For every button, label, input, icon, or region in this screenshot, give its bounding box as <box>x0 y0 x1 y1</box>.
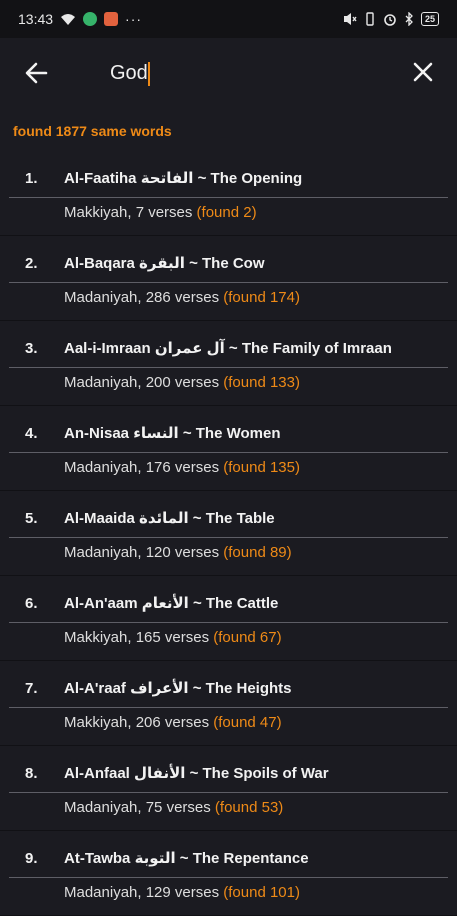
chapter-details: Madaniyah, 176 verses <box>64 459 224 476</box>
list-item[interactable]: 8. Al-Anfaal الأنفال ~ The Spoils of War… <box>0 746 457 831</box>
back-arrow-icon[interactable] <box>24 60 50 86</box>
chapter-details: Madaniyah, 120 verses <box>64 544 224 561</box>
list-item[interactable]: 4. An-Nisaa النساء ~ The Women Madaniyah… <box>0 406 457 491</box>
divider <box>9 452 448 453</box>
vibrate-icon <box>366 12 374 26</box>
chapter-number: 4. <box>25 425 38 442</box>
list-item[interactable]: 9. At-Tawba التوبة ~ The Repentance Mada… <box>0 831 457 916</box>
chapter-number: 8. <box>25 765 38 782</box>
more-notifications-icon: ··· <box>125 11 143 27</box>
chapter-number: 9. <box>25 850 38 867</box>
divider <box>9 622 448 623</box>
battery-icon: 25 <box>420 12 439 26</box>
chapter-details: Madaniyah, 75 verses <box>64 799 215 816</box>
list-item[interactable]: 5. Al-Maaida المائدة ~ The Table Madaniy… <box>0 491 457 576</box>
divider <box>9 877 448 878</box>
found-count: (found 135) <box>223 459 300 476</box>
chapter-title-row: 1. Al-Faatiha الفاتحة ~ The Opening <box>0 159 457 197</box>
found-count: (found 174) <box>223 289 300 306</box>
found-count: (found 53) <box>214 799 284 816</box>
close-icon[interactable] <box>411 60 435 84</box>
chapter-number: 6. <box>25 595 38 612</box>
notification-app-icon <box>104 12 119 26</box>
chapter-info: Makkiyah, 7 verses (found 2) <box>64 204 257 221</box>
status-time: 13:43 <box>18 11 54 27</box>
divider <box>9 707 448 708</box>
divider <box>9 792 448 793</box>
found-count: (found 101) <box>223 884 300 901</box>
list-item[interactable]: 2. Al-Baqara البقرة ~ The Cow Madaniyah,… <box>0 236 457 321</box>
list-item[interactable]: 3. Aal-i-Imraan آل عمران ~ The Family of… <box>0 321 457 406</box>
found-count: (found 89) <box>223 544 292 561</box>
list-item[interactable]: 6. Al-An'aam الأنعام ~ The Cattle Makkiy… <box>0 576 457 661</box>
list-item[interactable]: 7. Al-A'raaf الأعراف ~ The Heights Makki… <box>0 661 457 746</box>
chapter-info: Madaniyah, 200 verses (found 133) <box>64 374 300 391</box>
text-cursor <box>148 62 150 86</box>
status-right: 25 <box>343 12 439 26</box>
found-count: (found 67) <box>213 629 282 646</box>
chapter-details: Makkiyah, 206 verses <box>64 714 214 731</box>
chapter-info: Madaniyah, 286 verses (found 174) <box>64 289 300 306</box>
chapter-title: Al-An'aam الأنعام ~ The Cattle <box>64 595 279 612</box>
found-count: (found 47) <box>213 714 282 731</box>
bluetooth-icon <box>405 12 413 26</box>
chapter-title-row: 7. Al-A'raaf الأعراف ~ The Heights <box>0 669 457 707</box>
chapter-title: Al-A'raaf الأعراف ~ The Heights <box>64 680 292 697</box>
wifi-icon <box>61 14 76 25</box>
chapter-number: 1. <box>25 170 38 187</box>
chapter-title-row: 4. An-Nisaa النساء ~ The Women <box>0 414 457 452</box>
chapter-title-row: 9. At-Tawba التوبة ~ The Repentance <box>0 839 457 877</box>
mute-icon <box>343 13 357 25</box>
chapter-title: Aal-i-Imraan آل عمران ~ The Family of Im… <box>64 340 392 357</box>
chapter-title: Al-Anfaal الأنفال ~ The Spoils of War <box>64 765 329 782</box>
chapter-title-row: 6. Al-An'aam الأنعام ~ The Cattle <box>0 584 457 622</box>
whatsapp-icon <box>83 12 98 26</box>
chapter-info: Madaniyah, 129 verses (found 101) <box>64 884 300 901</box>
divider <box>9 537 448 538</box>
divider <box>9 367 448 368</box>
chapter-info: Madaniyah, 120 verses (found 89) <box>64 544 292 561</box>
chapter-title: An-Nisaa النساء ~ The Women <box>64 425 281 442</box>
chapter-title: Al-Maaida المائدة ~ The Table <box>64 510 275 527</box>
search-app-bar <box>0 38 457 108</box>
chapter-number: 5. <box>25 510 38 527</box>
chapter-details: Makkiyah, 7 verses <box>64 204 197 221</box>
chapter-title-row: 8. Al-Anfaal الأنفال ~ The Spoils of War <box>0 754 457 792</box>
search-result-count: found 1877 same words <box>13 123 172 139</box>
chapter-title-row: 3. Aal-i-Imraan آل عمران ~ The Family of… <box>0 329 457 367</box>
chapter-details: Madaniyah, 200 verses <box>64 374 224 391</box>
divider <box>9 197 448 198</box>
chapter-details: Makkiyah, 165 verses <box>64 629 214 646</box>
chapter-info: Madaniyah, 176 verses (found 135) <box>64 459 300 476</box>
alarm-icon <box>384 14 396 26</box>
found-count: (found 2) <box>196 204 257 221</box>
chapter-number: 3. <box>25 340 38 357</box>
status-left: 13:43 ··· <box>18 11 142 27</box>
chapter-title-row: 2. Al-Baqara البقرة ~ The Cow <box>0 244 457 282</box>
chapter-title: Al-Baqara البقرة ~ The Cow <box>64 255 265 272</box>
chapter-title: Al-Faatiha الفاتحة ~ The Opening <box>64 170 303 187</box>
status-bar: 13:43 ··· 25 <box>0 0 457 38</box>
chapter-details: Madaniyah, 286 verses <box>64 289 224 306</box>
chapter-title: At-Tawba التوبة ~ The Repentance <box>64 850 309 867</box>
chapter-info: Makkiyah, 206 verses (found 47) <box>64 714 282 731</box>
found-count: (found 133) <box>223 374 300 391</box>
chapter-result-list: 1. Al-Faatiha الفاتحة ~ The Opening Makk… <box>0 151 457 916</box>
divider <box>9 282 448 283</box>
chapter-details: Madaniyah, 129 verses <box>64 884 224 901</box>
chapter-info: Madaniyah, 75 verses (found 53) <box>64 799 283 816</box>
chapter-info: Makkiyah, 165 verses (found 67) <box>64 629 282 646</box>
list-item[interactable]: 1. Al-Faatiha الفاتحة ~ The Opening Makk… <box>0 151 457 236</box>
chapter-title-row: 5. Al-Maaida المائدة ~ The Table <box>0 499 457 537</box>
chapter-number: 7. <box>25 680 38 697</box>
chapter-number: 2. <box>25 255 38 272</box>
